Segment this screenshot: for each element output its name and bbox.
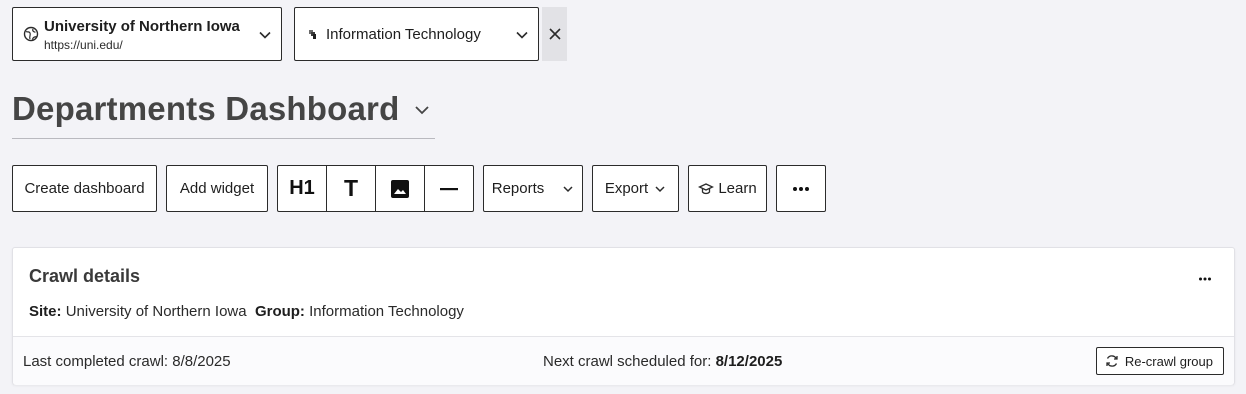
- recrawl-group-button[interactable]: Re-crawl group: [1095, 347, 1224, 375]
- group-name: Information Technology: [326, 26, 481, 43]
- close-icon: [548, 28, 561, 40]
- page-title: Departments Dashboard: [12, 90, 400, 127]
- chevron-down-icon: [655, 185, 665, 192]
- next-crawl-text: Next crawl scheduled for: 8/12/2025: [543, 353, 782, 370]
- create-dashboard-button[interactable]: Create dashboard: [12, 165, 157, 212]
- clear-selection-button[interactable]: [542, 7, 567, 61]
- image-icon: [391, 179, 409, 198]
- group-value: Information Technology: [309, 303, 464, 320]
- title-divider: [12, 138, 435, 139]
- site-name: University of Northern Iowa: [44, 18, 240, 35]
- text-label: T: [343, 175, 359, 201]
- export-dropdown[interactable]: Export: [592, 165, 679, 212]
- site-label: Site:: [29, 303, 62, 320]
- last-crawl-text: Last completed crawl: 8/8/2025: [23, 353, 231, 370]
- insert-text-button[interactable]: T: [327, 166, 376, 211]
- card-footer: Last completed crawl: 8/8/2025 Next craw…: [13, 337, 1234, 385]
- site-selector[interactable]: University of Northern Iowa https://uni.…: [12, 7, 282, 61]
- globe-icon: [23, 26, 39, 42]
- ellipsis-icon[interactable]: [1198, 270, 1212, 284]
- next-crawl-date: 8/12/2025: [715, 353, 783, 370]
- horizontal-rule-icon: [440, 187, 458, 190]
- more-actions-button[interactable]: [776, 165, 826, 212]
- crawl-details-card: Crawl details Site: University of Northe…: [12, 247, 1235, 385]
- group-label: Group:: [254, 303, 305, 320]
- refresh-icon: [1106, 355, 1118, 367]
- reports-dropdown[interactable]: Reports: [483, 165, 583, 212]
- learn-label: Learn: [718, 180, 757, 197]
- card-title: Crawl details: [29, 266, 141, 286]
- crawl-meta: Site: University of Northern Iowa Group:…: [29, 303, 464, 320]
- chevron-down-icon: [563, 185, 573, 192]
- insert-heading-button[interactable]: H1: [278, 166, 327, 211]
- graduation-cap-icon: [698, 182, 715, 194]
- add-widget-button[interactable]: Add widget: [166, 165, 268, 212]
- ellipsis-icon: [793, 186, 809, 191]
- chevron-down-icon[interactable]: [414, 103, 430, 117]
- next-crawl-label: Next crawl scheduled for:: [543, 353, 712, 370]
- insert-divider-button[interactable]: [425, 166, 473, 211]
- chevron-down-icon: [516, 31, 528, 39]
- export-label: Export: [604, 180, 649, 197]
- insert-image-button[interactable]: [376, 166, 425, 211]
- chevron-down-icon: [259, 31, 271, 39]
- learn-button[interactable]: Learn: [688, 165, 767, 212]
- site-value: University of Northern Iowa: [65, 303, 247, 320]
- reports-label: Reports: [491, 180, 545, 197]
- widget-insert-toolbar: H1 T: [277, 165, 474, 212]
- recrawl-label: Re-crawl group: [1124, 353, 1213, 369]
- site-url: https://uni.edu/: [44, 38, 123, 52]
- group-icon: [309, 30, 316, 39]
- heading-label: H1: [289, 177, 315, 199]
- group-selector[interactable]: Information Technology: [294, 7, 539, 61]
